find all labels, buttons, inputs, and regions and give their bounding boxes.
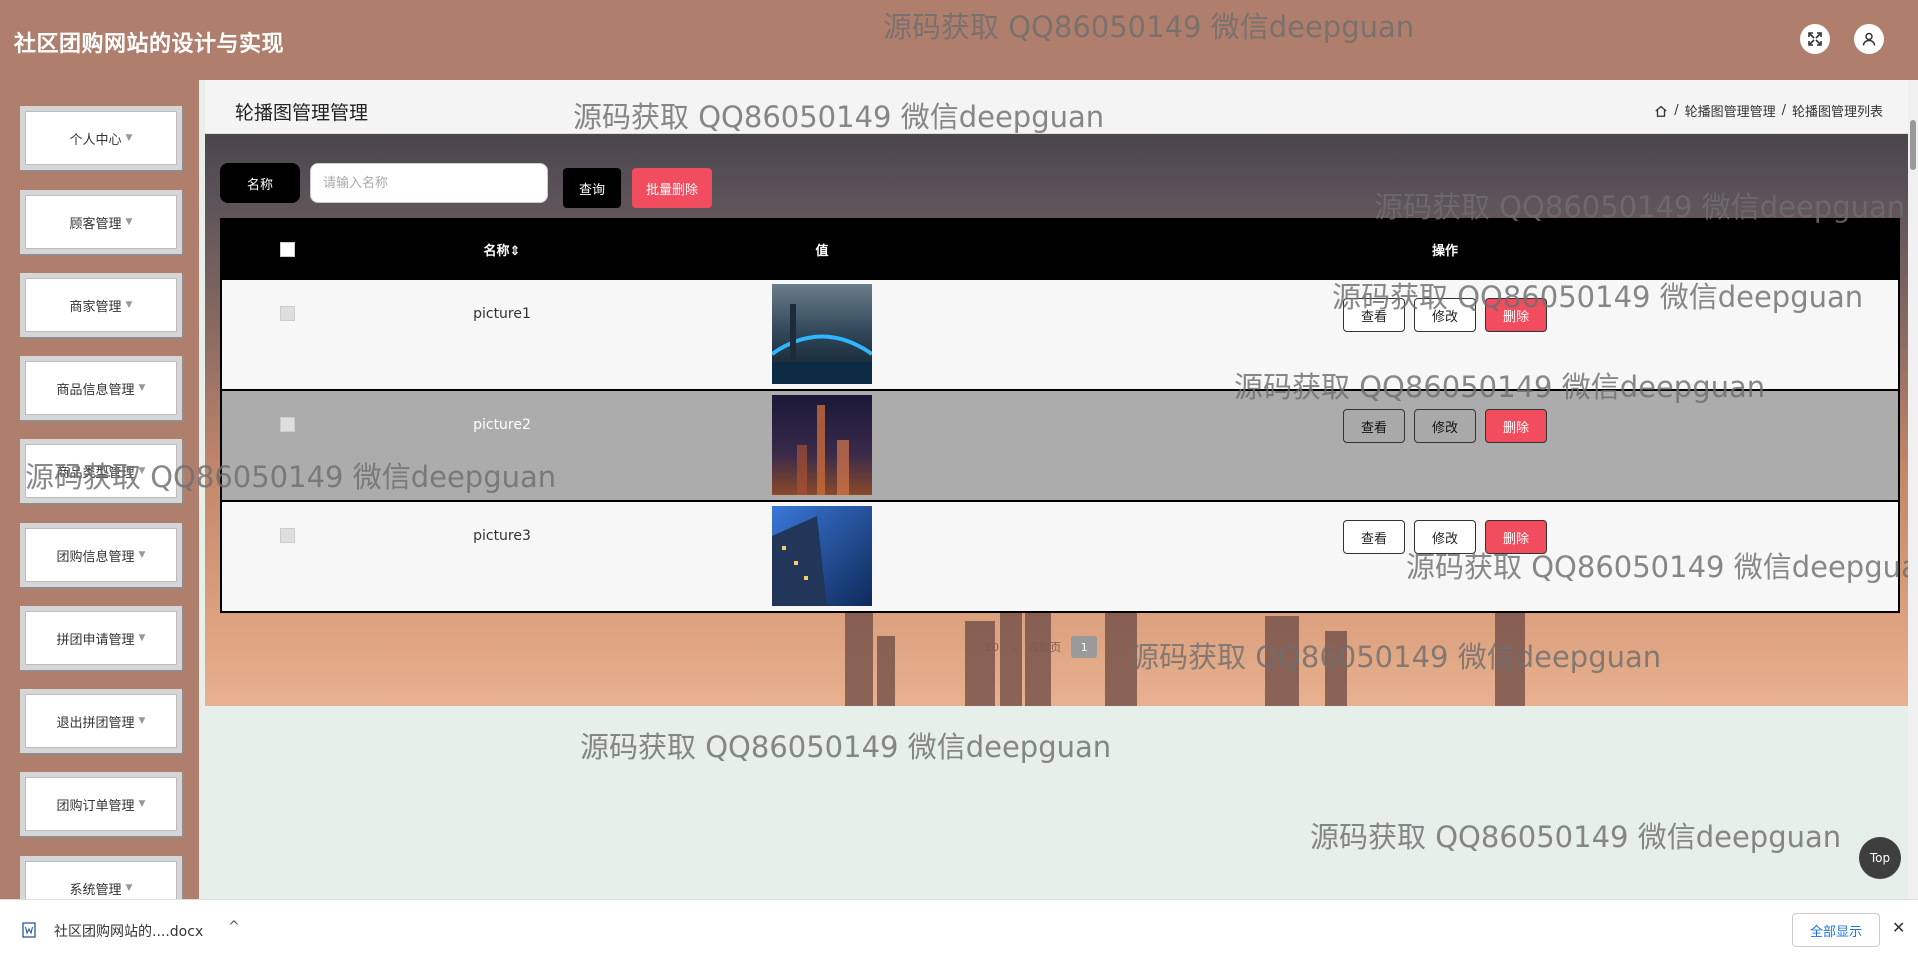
chevron-down-icon: ▼ (138, 466, 146, 476)
chevron-down-icon: ▼ (138, 633, 146, 643)
sidebar-item-group-buy-info[interactable]: 团购信息管理 ▼ (20, 523, 182, 587)
table-row: picture3 查看 修改 删除 (222, 500, 1898, 611)
user-avatar-icon[interactable] (1854, 24, 1884, 54)
carousel-image-thumbnail (772, 284, 872, 384)
page-jump-label: 去卸页 (1028, 641, 1062, 654)
chevron-up-icon[interactable]: ^ (228, 919, 240, 935)
table-header: 名称⇕ 值 操作 (222, 220, 1898, 278)
sidebar-item-group-exit[interactable]: 退出拼团管理 ▼ (20, 689, 182, 753)
carousel-image-thumbnail (772, 506, 872, 606)
back-to-top-button[interactable]: Top (1859, 837, 1901, 879)
pagination: 10 ⌄ 去卸页 1 (985, 636, 1098, 658)
view-button[interactable]: 查看 (1343, 520, 1405, 554)
watermark-text: 源码获取 QQ86050149 微信deepguan (580, 730, 1112, 764)
chevron-down-icon: ▼ (138, 550, 146, 560)
top-header: 社区团购网站的设计与实现 (0, 0, 1918, 80)
page-size-select[interactable]: 10 (985, 641, 999, 654)
select-all-checkbox[interactable] (279, 241, 295, 257)
query-button[interactable]: 查询 (563, 168, 621, 208)
fullscreen-icon[interactable] (1800, 24, 1830, 54)
sidebar-item-product-info[interactable]: 商品信息管理 ▼ (20, 356, 182, 420)
page-title: 轮播图管理管理 (235, 102, 369, 124)
watermark-text: 源码获取 QQ86050149 微信deepguan (1310, 820, 1842, 854)
show-all-button[interactable]: 全部显示 (1792, 913, 1880, 947)
batch-delete-button[interactable]: 批量删除 (632, 168, 712, 208)
delete-button[interactable]: 删除 (1485, 298, 1547, 332)
chevron-down-icon: ▼ (138, 383, 146, 393)
chevron-down-icon[interactable]: ⌄ (1009, 641, 1018, 654)
carousel-image-thumbnail (772, 395, 872, 495)
edit-button[interactable]: 修改 (1414, 520, 1476, 554)
breadcrumb-item[interactable]: 轮播图管理管理 (1685, 101, 1776, 120)
row-name: picture2 (473, 417, 531, 433)
sidebar-item-group-apply[interactable]: 拼团申请管理 ▼ (20, 606, 182, 670)
row-checkbox[interactable] (279, 306, 295, 321)
row-checkbox[interactable] (279, 528, 295, 543)
sidebar-item-customers[interactable]: 顾客管理 ▼ (20, 190, 182, 254)
row-name: picture3 (473, 528, 531, 544)
chevron-down-icon: ▼ (125, 883, 133, 893)
column-header-value: 值 (815, 243, 829, 259)
sidebar: 个人中心 ▼ 顾客管理 ▼ 商家管理 ▼ 商品信息管理 ▼ 商品类型管理 ▼ 团购信息管理… (0, 80, 199, 899)
sidebar-item-product-type[interactable]: 商品类型管理 ▼ (20, 439, 182, 503)
download-file-name[interactable]: 社区团购网站的....docx (54, 921, 203, 941)
search-input[interactable] (310, 163, 548, 203)
sidebar-item-system[interactable]: 系统管理 ▼ (20, 856, 182, 899)
chevron-down-icon: ▼ (125, 133, 133, 143)
chevron-down-icon: ▼ (138, 799, 146, 809)
breadcrumb: / 轮播图管理管理 / 轮播图管理列表 (1654, 101, 1883, 120)
document-file-icon (22, 922, 36, 938)
breadcrumb-item: 轮播图管理列表 (1791, 105, 1883, 120)
view-button[interactable]: 查看 (1343, 409, 1405, 443)
view-button[interactable]: 查看 (1343, 298, 1405, 332)
sidebar-item-personal-center[interactable]: 个人中心 ▼ (20, 106, 182, 170)
page-scrollbar[interactable] (1908, 80, 1918, 900)
home-icon[interactable] (1654, 104, 1668, 118)
download-bar: 社区团购网站的....docx ^ 全部显示 ✕ (0, 899, 1918, 958)
sidebar-item-merchants[interactable]: 商家管理 ▼ (20, 273, 182, 337)
row-checkbox[interactable] (279, 417, 295, 432)
sidebar-item-group-orders[interactable]: 团购订单管理 ▼ (20, 772, 182, 836)
edit-button[interactable]: 修改 (1414, 298, 1476, 332)
chevron-down-icon: ▼ (125, 300, 133, 310)
column-header-name[interactable]: 名称⇕ (484, 240, 521, 259)
page-title-bar: 轮播图管理管理 / 轮播图管理管理 / 轮播图管理列表 (205, 80, 1913, 134)
delete-button[interactable]: 删除 (1485, 409, 1547, 443)
app-title: 社区团购网站的设计与实现 (14, 32, 285, 57)
edit-button[interactable]: 修改 (1414, 409, 1476, 443)
chevron-down-icon: ▼ (138, 716, 146, 726)
row-name: picture1 (473, 306, 531, 322)
chevron-down-icon: ▼ (125, 217, 133, 227)
table-row: picture1 查看 修改 删除 (222, 278, 1898, 389)
data-table: 名称⇕ 值 操作 picture1 查看 修改 删除 picture2 查看 修… (220, 218, 1900, 613)
column-header-ops: 操作 (1431, 243, 1458, 259)
delete-button[interactable]: 删除 (1485, 520, 1547, 554)
close-icon[interactable]: ✕ (1892, 918, 1905, 937)
search-label: 名称 (220, 163, 300, 203)
page-number-current[interactable]: 1 (1071, 636, 1098, 658)
table-row: picture2 查看 修改 删除 (222, 389, 1898, 500)
